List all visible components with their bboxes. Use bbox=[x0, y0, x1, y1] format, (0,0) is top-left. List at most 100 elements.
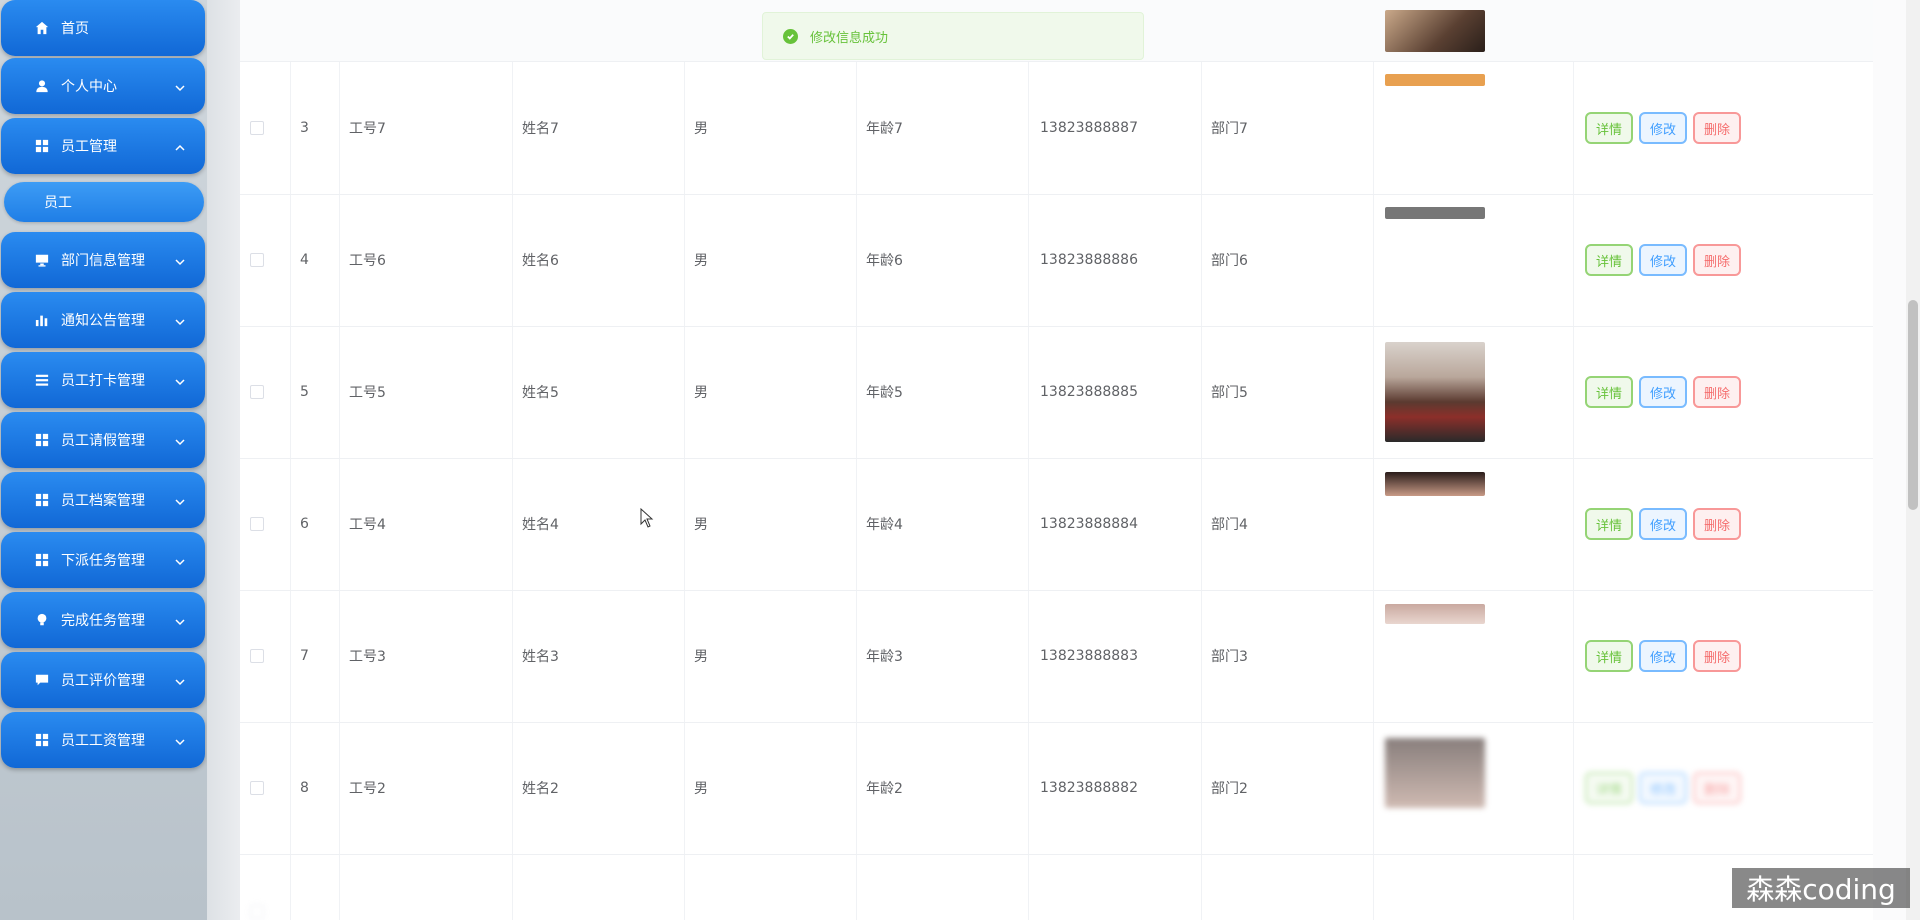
dept-cell: 部门5 bbox=[1211, 385, 1248, 401]
menu-item-profile[interactable]: 个人中心 bbox=[1, 58, 205, 114]
user-icon bbox=[35, 79, 49, 93]
detail-button[interactable]: 详情 bbox=[1585, 508, 1634, 540]
employee-photo bbox=[1385, 472, 1485, 496]
menu-item-home[interactable]: 首页 bbox=[1, 0, 205, 56]
emp-no-cell: 工号2 bbox=[349, 781, 386, 797]
employee-photo bbox=[1385, 9, 1485, 52]
menu-label: 员工打卡管理 bbox=[61, 373, 145, 389]
edit-button[interactable]: 修改 bbox=[1639, 112, 1688, 144]
edit-button[interactable]: 修改 bbox=[1639, 376, 1688, 408]
age-cell: 年龄3 bbox=[866, 649, 903, 665]
chevron-down-icon bbox=[175, 675, 185, 686]
age-cell: 年龄7 bbox=[866, 121, 903, 137]
delete-button[interactable]: 删除 bbox=[1693, 244, 1742, 276]
row-checkbox[interactable] bbox=[250, 905, 264, 919]
edit-button[interactable]: 修改 bbox=[1639, 772, 1688, 804]
row-checkbox[interactable] bbox=[250, 253, 264, 267]
photo-cell bbox=[1385, 194, 1485, 326]
bar-chart-icon bbox=[35, 313, 49, 327]
menu-item-archive[interactable]: 员工档案管理 bbox=[1, 472, 205, 528]
menu-item-department[interactable]: 部门信息管理 bbox=[1, 232, 205, 288]
phone-cell: 13823888886 bbox=[1040, 252, 1138, 268]
delete-button[interactable]: 删除 bbox=[1693, 508, 1742, 540]
menu-item-leave[interactable]: 员工请假管理 bbox=[1, 412, 205, 468]
photo-cell bbox=[1385, 0, 1485, 61]
photo-cell bbox=[1385, 722, 1485, 854]
list-icon bbox=[35, 373, 49, 387]
delete-button[interactable]: 删除 bbox=[1693, 640, 1742, 672]
phone-cell: 13823888883 bbox=[1040, 648, 1138, 664]
row-checkbox[interactable] bbox=[250, 649, 264, 663]
bulb-icon bbox=[35, 613, 49, 627]
submenu-label: 员工 bbox=[44, 195, 72, 211]
menu-label: 员工评价管理 bbox=[61, 673, 145, 689]
table-row: 7 工号3 姓名3 男 年龄3 13823888883 部门3 详情 修改 删除 bbox=[240, 590, 1873, 723]
menu-label: 首页 bbox=[61, 21, 89, 37]
name-cell: 姓名6 bbox=[522, 253, 559, 269]
row-checkbox[interactable] bbox=[250, 385, 264, 399]
employee-photo bbox=[1385, 342, 1485, 442]
dept-cell: 部门6 bbox=[1211, 253, 1248, 269]
gender-cell: 男 bbox=[694, 517, 708, 533]
gender-cell: 男 bbox=[694, 781, 708, 797]
success-toast: 修改信息成功 bbox=[762, 12, 1144, 60]
chevron-down-icon bbox=[175, 735, 185, 746]
age-cell: 年龄6 bbox=[866, 253, 903, 269]
sidebar: 首页 个人中心 员工管理 员工 部门信息管理 通知公告管理 员工打卡管理 员工请… bbox=[0, 0, 207, 920]
chevron-down-icon bbox=[175, 81, 185, 92]
grid-icon bbox=[35, 433, 49, 447]
emp-no-cell: 工号3 bbox=[349, 649, 386, 665]
scrollbar-thumb[interactable] bbox=[1908, 300, 1918, 510]
index-cell: 7 bbox=[300, 648, 309, 664]
chevron-down-icon bbox=[175, 435, 185, 446]
menu-item-assign-task[interactable]: 下派任务管理 bbox=[1, 532, 205, 588]
actions-cell: 详情 修改 删除 bbox=[1585, 590, 1747, 722]
delete-button[interactable]: 删除 bbox=[1693, 376, 1742, 408]
employee-table: 详情 修改 删除 3 工号7 姓名7 男 年龄7 13823888887 部门7… bbox=[240, 0, 1873, 920]
row-checkbox[interactable] bbox=[250, 517, 264, 531]
menu-item-attendance[interactable]: 员工打卡管理 bbox=[1, 352, 205, 408]
age-cell: 年龄4 bbox=[866, 517, 903, 533]
edit-button[interactable]: 修改 bbox=[1639, 508, 1688, 540]
dept-cell: 部门7 bbox=[1211, 121, 1248, 137]
check-circle-icon bbox=[783, 28, 798, 44]
emp-no-cell: 工号7 bbox=[349, 121, 386, 137]
grid-icon bbox=[35, 553, 49, 567]
menu-item-notice[interactable]: 通知公告管理 bbox=[1, 292, 205, 348]
menu-label: 下派任务管理 bbox=[61, 553, 145, 569]
gender-cell: 男 bbox=[694, 121, 708, 137]
row-checkbox[interactable] bbox=[250, 121, 264, 135]
row-checkbox[interactable] bbox=[250, 781, 264, 795]
index-cell: 4 bbox=[300, 252, 309, 268]
detail-button[interactable]: 详情 bbox=[1585, 244, 1634, 276]
menu-item-employee[interactable]: 员工管理 bbox=[1, 118, 205, 174]
detail-button[interactable]: 详情 bbox=[1585, 640, 1634, 672]
age-cell: 年龄5 bbox=[866, 385, 903, 401]
menu-label: 完成任务管理 bbox=[61, 613, 145, 629]
menu-label: 员工管理 bbox=[61, 139, 117, 155]
actions-cell: 详情 修改 删除 bbox=[1585, 326, 1747, 458]
detail-button[interactable]: 详情 bbox=[1585, 772, 1634, 804]
submenu-item-employee[interactable]: 员工 bbox=[4, 182, 204, 222]
table-row: 4 工号6 姓名6 男 年龄6 13823888886 部门6 详情 修改 删除 bbox=[240, 194, 1873, 327]
name-cell: 姓名3 bbox=[522, 649, 559, 665]
actions-cell: 详情 修改 删除 bbox=[1585, 722, 1747, 854]
grid-icon bbox=[35, 139, 49, 153]
gender-cell: 男 bbox=[694, 253, 708, 269]
detail-button[interactable]: 详情 bbox=[1585, 112, 1634, 144]
actions-cell: 详情 修改 删除 bbox=[1585, 458, 1747, 590]
delete-button[interactable]: 删除 bbox=[1693, 772, 1742, 804]
menu-item-salary[interactable]: 员工工资管理 bbox=[1, 712, 205, 768]
watermark: 森森coding bbox=[1732, 868, 1910, 908]
detail-button[interactable]: 详情 bbox=[1585, 376, 1634, 408]
edit-button[interactable]: 修改 bbox=[1639, 244, 1688, 276]
delete-button[interactable]: 删除 bbox=[1693, 112, 1742, 144]
vertical-scrollbar[interactable] bbox=[1906, 0, 1920, 920]
edit-button[interactable]: 修改 bbox=[1639, 640, 1688, 672]
chevron-down-icon bbox=[175, 615, 185, 626]
menu-item-complete-task[interactable]: 完成任务管理 bbox=[1, 592, 205, 648]
table-row: 8 工号2 姓名2 男 年龄2 13823888882 部门2 详情 修改 删除 bbox=[240, 722, 1873, 855]
index-cell: 8 bbox=[300, 780, 309, 796]
menu-item-evaluation[interactable]: 员工评价管理 bbox=[1, 652, 205, 708]
emp-no-cell: 工号5 bbox=[349, 385, 386, 401]
